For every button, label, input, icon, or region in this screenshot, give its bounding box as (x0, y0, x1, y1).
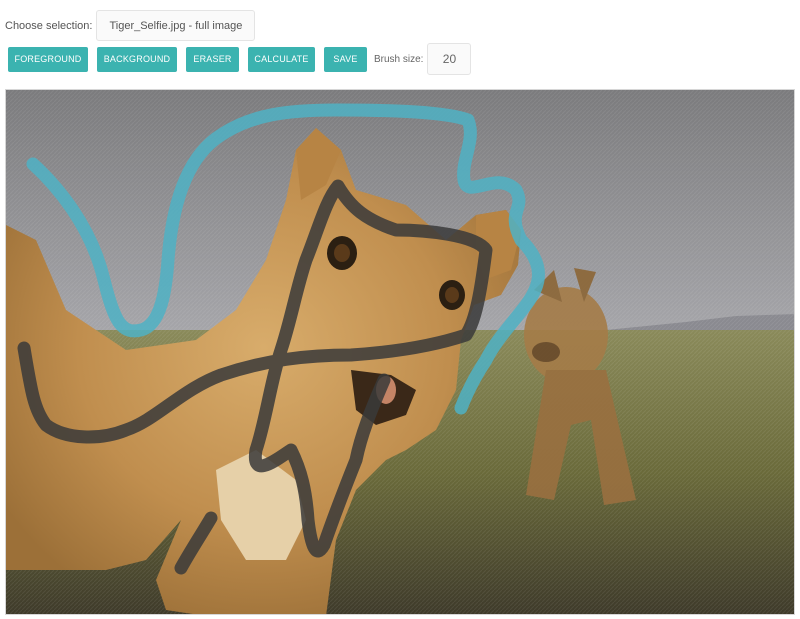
brush-size-label: Brush size: (374, 53, 424, 65)
canvas-image[interactable] (6, 90, 795, 615)
foreground-button[interactable]: FOREGROUND (8, 46, 88, 72)
calculate-button[interactable]: CALCULATE (248, 46, 315, 72)
selection-dropdown[interactable]: Tiger_Selfie.jpg - full image (96, 10, 256, 41)
eraser-button[interactable]: ERASER (186, 46, 239, 72)
selection-row: Choose selection: Tiger_Selfie.jpg - ful… (5, 9, 256, 42)
background-button[interactable]: BACKGROUND (97, 46, 177, 72)
brush-size-input[interactable] (427, 43, 472, 75)
selection-label: Choose selection: (5, 19, 93, 32)
save-button[interactable]: SAVE (324, 46, 367, 72)
drawing-canvas[interactable] (5, 89, 795, 615)
toolbar: FOREGROUND BACKGROUND ERASER CALCULATE S… (8, 43, 472, 75)
